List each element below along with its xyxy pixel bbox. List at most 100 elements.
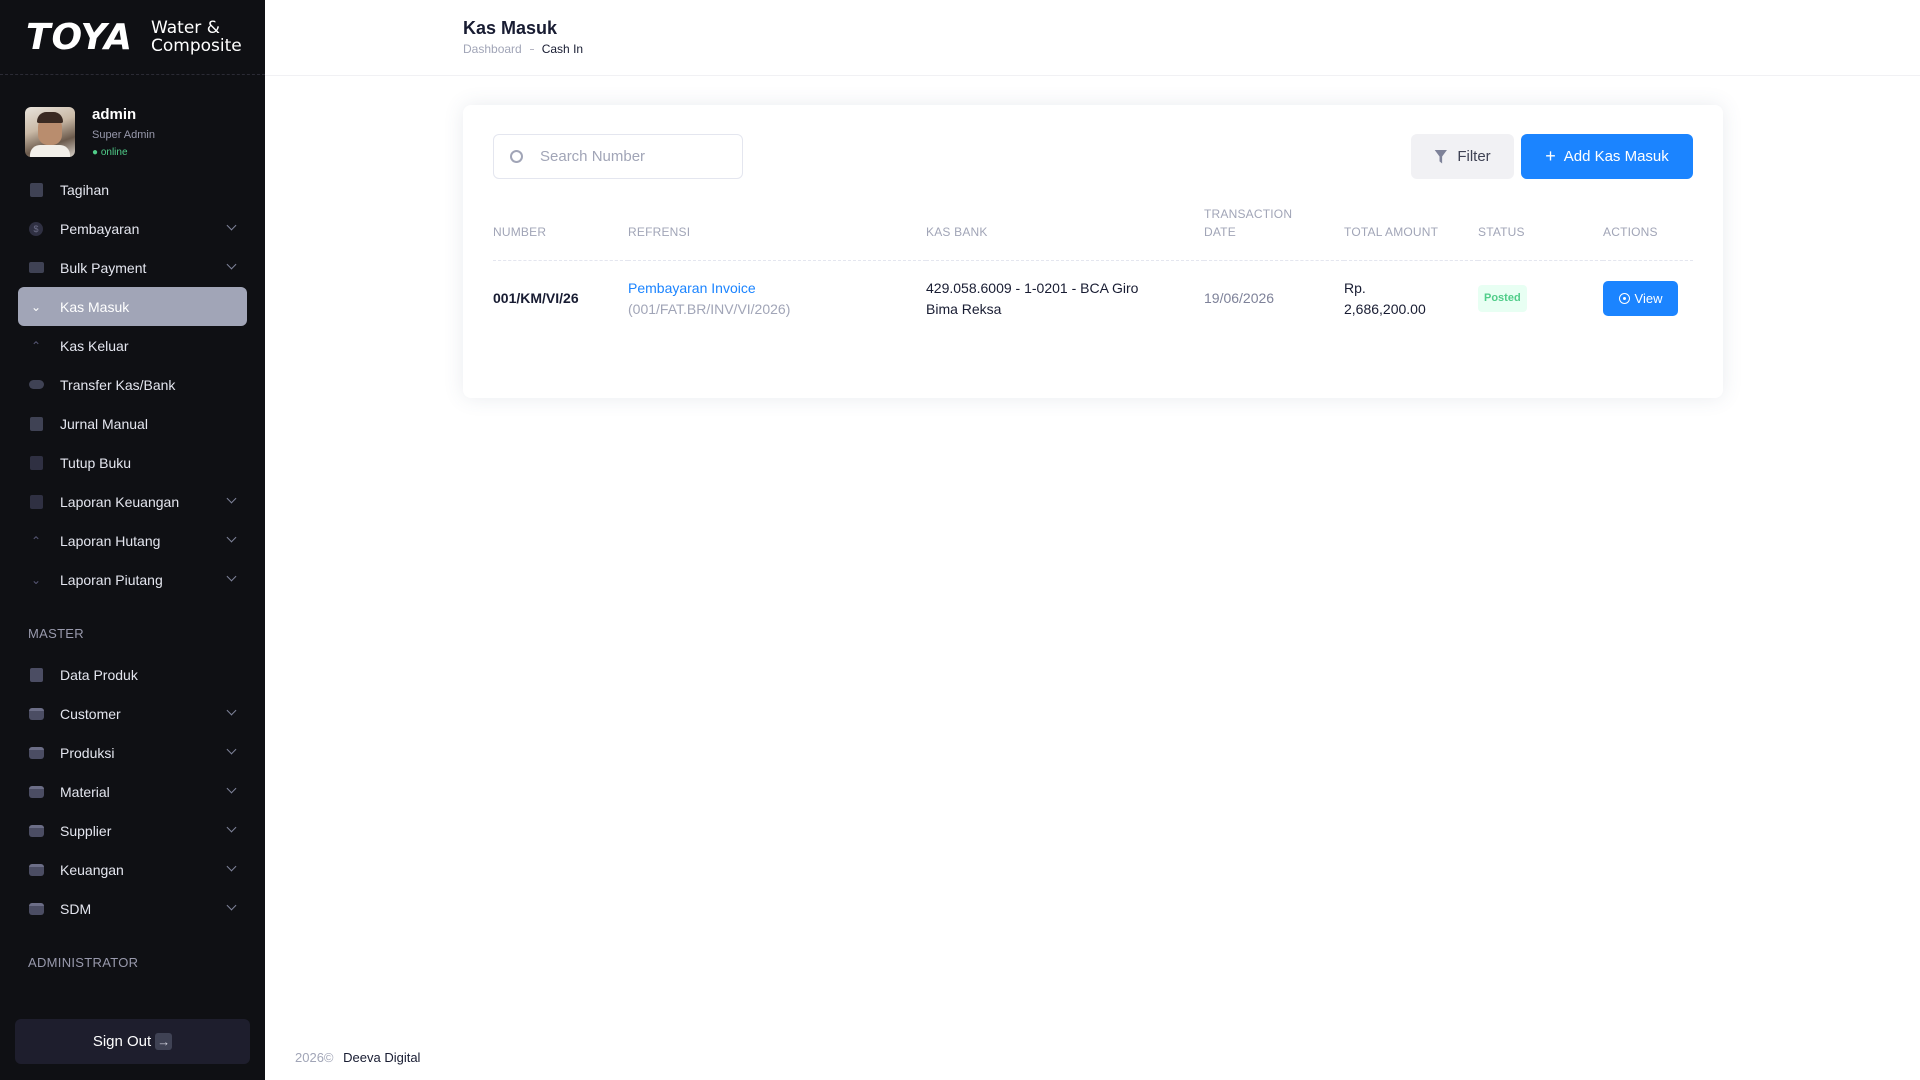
column-header-refrensi[interactable]: REFRENSI bbox=[628, 205, 926, 261]
user-status: ● online bbox=[92, 146, 128, 158]
sidebar-item-customer[interactable]: Customer bbox=[18, 694, 247, 733]
truck-icon bbox=[28, 260, 44, 276]
cell-refrensi: Pembayaran Invoice (001/FAT.BR/INV/VI/20… bbox=[628, 261, 926, 337]
sidebar-item-pembayaran[interactable]: $ Pembayaran bbox=[18, 209, 247, 248]
reference-number: (001/FAT.BR/INV/VI/2026) bbox=[628, 300, 791, 317]
sidebar-item-produksi[interactable]: Produksi bbox=[18, 733, 247, 772]
master-menu: Data Produk Customer Produksi Material S… bbox=[0, 655, 265, 928]
document-icon bbox=[28, 182, 44, 198]
arrow-down-icon: ⌄ bbox=[30, 299, 42, 314]
sidebar-item-material[interactable]: Material bbox=[18, 772, 247, 811]
sidebar-item-laporan-piutang[interactable]: ⌄ Laporan Piutang bbox=[18, 560, 247, 599]
sidebar-item-label: Material bbox=[60, 783, 110, 800]
sidebar-item-kas-keluar[interactable]: ⌃ Kas Keluar bbox=[18, 326, 247, 365]
column-header-transaction-date[interactable]: TRANSACTION DATE bbox=[1204, 205, 1344, 261]
box-icon bbox=[28, 901, 44, 917]
eye-icon bbox=[1618, 293, 1630, 305]
chevron-down-icon bbox=[226, 259, 237, 270]
sidebar-item-laporan-keuangan[interactable]: Laporan Keuangan bbox=[18, 482, 247, 521]
sidebar-item-label: SDM bbox=[60, 900, 92, 917]
chevron-down-icon bbox=[226, 571, 237, 582]
box-icon bbox=[28, 862, 44, 878]
kas-masuk-table: NUMBER REFRENSI KAS BANK TRANSACTION DAT… bbox=[493, 205, 1693, 337]
sidebar-item-tutup-buku[interactable]: Tutup Buku bbox=[18, 443, 247, 482]
arrow-up-icon: ⌃ bbox=[30, 533, 42, 548]
sidebar-item-label: Kas Masuk bbox=[60, 298, 130, 315]
view-label: View bbox=[1634, 291, 1663, 307]
sidebar-item-label: Supplier bbox=[60, 822, 112, 839]
sidebar-item-label: Pembayaran bbox=[60, 220, 140, 237]
table-row: 001/KM/VI/26 Pembayaran Invoice (001/FAT… bbox=[493, 261, 1693, 337]
add-kas-masuk-button[interactable]: + Add Kas Masuk bbox=[1521, 134, 1693, 179]
sidebar-item-bulk-payment[interactable]: Bulk Payment bbox=[18, 248, 247, 287]
cell-total-amount: Rp. 2,686,200.00 bbox=[1344, 261, 1478, 337]
cell-number: 001/KM/VI/26 bbox=[493, 290, 579, 307]
column-header-actions: ACTIONS bbox=[1603, 205, 1693, 261]
box-icon bbox=[28, 745, 44, 761]
book-icon bbox=[28, 667, 44, 683]
sidebar-item-tagihan[interactable]: Tagihan bbox=[18, 170, 247, 209]
brand[interactable]: TOYA Water & Composite bbox=[0, 0, 265, 75]
column-header-kas-bank[interactable]: KAS BANK bbox=[926, 205, 1204, 261]
section-label-master: MASTER bbox=[28, 626, 84, 641]
sidebar-item-jurnal-manual[interactable]: Jurnal Manual bbox=[18, 404, 247, 443]
sidebar-item-label: Tutup Buku bbox=[60, 454, 132, 471]
footer-company-link[interactable]: Deeva Digital bbox=[343, 1050, 420, 1065]
sidebar-item-sdm[interactable]: SDM bbox=[18, 889, 247, 928]
search-box[interactable] bbox=[493, 134, 743, 179]
chevron-down-icon bbox=[226, 900, 237, 911]
sidebar-item-kas-masuk[interactable]: ⌄ Kas Masuk bbox=[18, 287, 247, 326]
chevron-down-icon bbox=[226, 705, 237, 716]
plus-icon: + bbox=[1545, 146, 1556, 166]
toggle-icon bbox=[28, 377, 44, 393]
breadcrumb-current: Cash In bbox=[541, 42, 584, 56]
view-button[interactable]: View bbox=[1603, 281, 1678, 317]
cell-status: Posted bbox=[1478, 261, 1603, 337]
box-icon bbox=[28, 823, 44, 839]
page-title: Kas Masuk bbox=[463, 18, 558, 38]
chart-icon bbox=[28, 494, 44, 510]
kas-masuk-card: Filter + Add Kas Masuk NUMBER REFRENSI K… bbox=[463, 105, 1723, 398]
kas-bank-line2: Bima Reksa bbox=[926, 300, 1002, 317]
sidebar-item-label: Laporan Keuangan bbox=[60, 493, 180, 510]
sidebar-item-label: Data Produk bbox=[60, 666, 138, 683]
table-header-row: NUMBER REFRENSI KAS BANK TRANSACTION DAT… bbox=[493, 205, 1693, 261]
breadcrumb: Dashboard Cash In bbox=[463, 42, 583, 56]
sidebar-item-laporan-hutang[interactable]: ⌃ Laporan Hutang bbox=[18, 521, 247, 560]
column-header-date-line1: TRANSACTION bbox=[1204, 207, 1293, 221]
search-input[interactable] bbox=[540, 148, 720, 165]
chevron-down-icon bbox=[226, 861, 237, 872]
sign-out-button[interactable]: Sign Out → bbox=[15, 1019, 250, 1064]
avatar[interactable] bbox=[25, 106, 75, 157]
add-kas-masuk-label: Add Kas Masuk bbox=[1563, 148, 1669, 165]
sidebar-item-keuangan[interactable]: Keuangan bbox=[18, 850, 247, 889]
sign-out-icon: → bbox=[155, 1033, 173, 1050]
reference-link[interactable]: Pembayaran Invoice bbox=[628, 280, 756, 296]
cell-kas-bank: 429.058.6009 - 1-0201 - BCA Giro Bima Re… bbox=[926, 261, 1204, 337]
column-header-status[interactable]: STATUS bbox=[1478, 205, 1603, 261]
chevron-down-icon bbox=[226, 532, 237, 543]
sidebar-item-label: Kas Keluar bbox=[60, 337, 129, 354]
page-header: Kas Masuk Dashboard Cash In bbox=[265, 0, 1920, 76]
chevron-down-icon bbox=[226, 744, 237, 755]
brand-subtitle: Water & Composite bbox=[151, 19, 242, 55]
sidebar-item-label: Produksi bbox=[60, 744, 115, 761]
column-header-total-amount[interactable]: TOTAL AMOUNT bbox=[1344, 205, 1478, 261]
brand-subtitle-line2: Composite bbox=[151, 36, 242, 56]
filter-button[interactable]: Filter bbox=[1411, 134, 1514, 179]
chevron-down-icon bbox=[226, 220, 237, 231]
arrow-down-icon: ⌄ bbox=[30, 572, 42, 587]
sign-out-label: Sign Out bbox=[92, 1033, 152, 1050]
filter-label: Filter bbox=[1457, 148, 1491, 165]
sidebar-item-label: Tagihan bbox=[60, 181, 110, 198]
sidebar-item-supplier[interactable]: Supplier bbox=[18, 811, 247, 850]
main-menu: Tagihan $ Pembayaran Bulk Payment ⌄ Kas … bbox=[0, 170, 265, 599]
sidebar-item-label: Laporan Piutang bbox=[60, 571, 163, 588]
sidebar-item-data-produk[interactable]: Data Produk bbox=[18, 655, 247, 694]
kas-bank-line1: 429.058.6009 - 1-0201 - BCA Giro bbox=[926, 279, 1139, 296]
filter-icon bbox=[1434, 149, 1448, 164]
column-header-number[interactable]: NUMBER bbox=[493, 205, 628, 261]
breadcrumb-dashboard[interactable]: Dashboard bbox=[463, 42, 522, 56]
amount-value: 2,686,200.00 bbox=[1344, 300, 1426, 317]
sidebar-item-transfer-kas-bank[interactable]: Transfer Kas/Bank bbox=[18, 365, 247, 404]
